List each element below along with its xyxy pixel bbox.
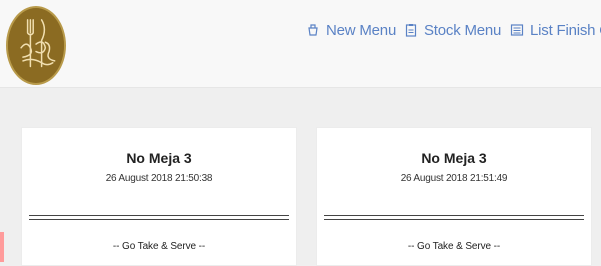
top-navbar: New Menu Stock Menu List Finish O [0,0,601,88]
nav-stock-menu-label: Stock Menu [424,21,502,39]
edge-accent [0,232,4,262]
clipboard-icon [404,23,418,37]
order-card: No Meja 3 26 August 2018 21:51:49 -- Go … [316,127,592,266]
nav-new-menu[interactable]: New Menu [306,20,396,40]
order-divider [324,215,584,220]
order-datetime: 26 August 2018 21:51:49 [400,173,508,184]
nav-list-finish-order-label: List Finish O [530,21,601,39]
order-datetime: 26 August 2018 21:50:38 [105,173,213,184]
nav-new-menu-label: New Menu [326,21,397,39]
order-divider [29,215,289,220]
brand-logo[interactable] [6,6,66,85]
order-card: No Meja 3 26 August 2018 21:50:38 -- Go … [21,127,297,266]
list-icon [510,23,524,37]
cup-icon [306,23,320,37]
eat-chef-logo-icon [8,8,64,83]
order-status-link[interactable]: -- Go Take & Serve -- [22,241,296,252]
nav-stock-menu[interactable]: Stock Menu [404,20,501,40]
order-table-number: No Meja 3 [421,150,487,166]
order-status-link[interactable]: -- Go Take & Serve -- [317,241,591,252]
nav-list-finish-order[interactable]: List Finish O [510,20,601,40]
order-table-number: No Meja 3 [126,150,192,166]
